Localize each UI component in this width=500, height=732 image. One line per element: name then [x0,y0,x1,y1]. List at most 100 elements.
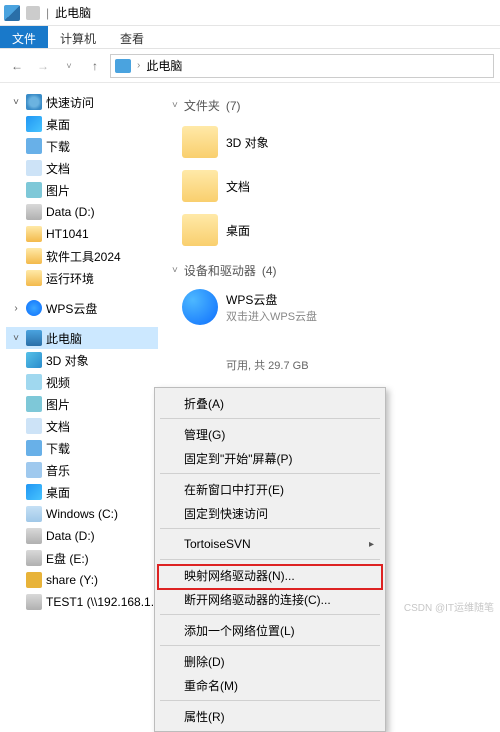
menu-rename[interactable]: 重命名(M) [158,673,382,697]
chevron-right-icon: ▸ [369,539,374,550]
item-wps[interactable]: WPS云盘双击进入WPS云盘 [182,285,490,329]
back-button[interactable]: ← [6,55,28,77]
chevron-down-icon: ˅ [172,100,178,111]
tree-quick-access[interactable]: ˅快速访问 [6,91,158,113]
wps-icon [182,289,218,325]
menu-pin-start[interactable]: 固定到"开始"屏幕(P) [158,446,382,470]
drive-avail-1: 可用, 共 29.7 GB [226,357,490,373]
menu-separator [160,645,380,646]
netdrive-icon [26,594,42,610]
drive-icon [26,506,42,522]
drive-icon [26,528,42,544]
tree-documents2[interactable]: 文档 [6,415,158,437]
chevron-right-icon: › [137,60,140,71]
tree-test1[interactable]: TEST1 (\\192.168.1... [6,591,158,613]
tab-computer[interactable]: 计算机 [48,26,108,48]
tab-file[interactable]: 文件 [0,26,48,48]
menu-delete[interactable]: 删除(D) [158,649,382,673]
recent-dropdown[interactable]: ˅ [58,55,80,77]
drive-icon [26,204,42,220]
nav-tree: ˅快速访问 桌面 下载 文档 图片 Data (D:) HT1041 软件工具2… [0,83,162,618]
tree-downloads[interactable]: 下载 [6,135,158,157]
section-folders[interactable]: ˅ 文件夹 (7) [172,97,490,114]
menu-manage[interactable]: 管理(G) [158,422,382,446]
pc-icon [4,5,20,21]
tree-pictures2[interactable]: 图片 [6,393,158,415]
menu-properties[interactable]: 属性(R) [158,704,382,728]
menu-disconnect[interactable]: 断开网络驱动器的连接(C)... [158,587,382,611]
menu-add-netloc[interactable]: 添加一个网络位置(L) [158,618,382,642]
tree-ht1041[interactable]: HT1041 [6,223,158,245]
folder-icon [182,126,218,158]
menu-separator [160,700,380,701]
tab-view[interactable]: 查看 [108,26,156,48]
tree-desktop[interactable]: 桌面 [6,113,158,135]
tree-share[interactable]: share (Y:) [6,569,158,591]
qat-divider: | [46,6,49,20]
folder-icon [182,214,218,246]
chevron-down-icon[interactable]: ˅ [10,333,22,344]
tree-datad2[interactable]: Data (D:) [6,525,158,547]
share-icon [26,572,42,588]
menu-tortoise[interactable]: TortoiseSVN▸ [158,532,382,556]
menu-separator [160,614,380,615]
pc-mini-icon [115,59,131,73]
section-devices[interactable]: ˅ 设备和驱动器 (4) [172,262,490,279]
tree-music[interactable]: 音乐 [6,459,158,481]
tree-this-pc[interactable]: ˅此电脑 [6,327,158,349]
chevron-down-icon[interactable]: ˅ [10,97,22,108]
address-bar[interactable]: › 此电脑 [110,54,494,78]
folder-icon [26,226,42,242]
tree-3dobj[interactable]: 3D 对象 [6,349,158,371]
folder-icon [26,248,42,264]
wps-icon [26,300,42,316]
window-title: 此电脑 [55,4,91,21]
document-icon [26,160,42,176]
tree-desktop2[interactable]: 桌面 [6,481,158,503]
chevron-right-icon[interactable]: › [10,303,22,314]
navbar: ← → ˅ ↑ › 此电脑 [0,49,500,83]
titlebar: | 此电脑 [0,0,500,26]
ribbon-tabs: 文件 计算机 查看 [0,26,500,49]
menu-separator [160,559,380,560]
menu-separator [160,473,380,474]
picture-icon [26,182,42,198]
item-documents[interactable]: 文档 [182,164,490,208]
tree-pictures[interactable]: 图片 [6,179,158,201]
tree-video[interactable]: 视频 [6,371,158,393]
document-icon [26,418,42,434]
menu-separator [160,418,380,419]
folder-icon [26,270,42,286]
tree-runtime[interactable]: 运行环境 [6,267,158,289]
menu-collapse[interactable]: 折叠(A) [158,391,382,415]
drive-icon [26,550,42,566]
menu-pin-quick[interactable]: 固定到快速访问 [158,501,382,525]
tree-data-d[interactable]: Data (D:) [6,201,158,223]
tree-softtools[interactable]: 软件工具2024 [6,245,158,267]
folder-icon [182,170,218,202]
download-icon [26,440,42,456]
menu-separator [160,528,380,529]
menu-new-window[interactable]: 在新窗口中打开(E) [158,477,382,501]
item-desktop[interactable]: 桌面 [182,208,490,252]
download-icon [26,138,42,154]
chevron-down-icon: ˅ [172,265,178,276]
menu-map-drive[interactable]: 映射网络驱动器(N)... [158,563,382,587]
tree-downloads2[interactable]: 下载 [6,437,158,459]
tree-edrive[interactable]: E盘 (E:) [6,547,158,569]
pc-icon [26,330,42,346]
address-text: 此电脑 [146,57,182,74]
forward-button[interactable]: → [32,55,54,77]
tree-wps[interactable]: ›WPS云盘 [6,297,158,319]
desktop-icon [26,116,42,132]
context-menu: 折叠(A) 管理(G) 固定到"开始"屏幕(P) 在新窗口中打开(E) 固定到快… [154,387,386,732]
video-icon [26,374,42,390]
music-icon [26,462,42,478]
tree-documents[interactable]: 文档 [6,157,158,179]
watermark: CSDN @IT运维随笔 [404,599,494,614]
up-button[interactable]: ↑ [84,55,106,77]
item-3dobj[interactable]: 3D 对象 [182,120,490,164]
star-icon [26,94,42,110]
tree-cdrive[interactable]: Windows (C:) [6,503,158,525]
qat-icon[interactable] [26,6,40,20]
